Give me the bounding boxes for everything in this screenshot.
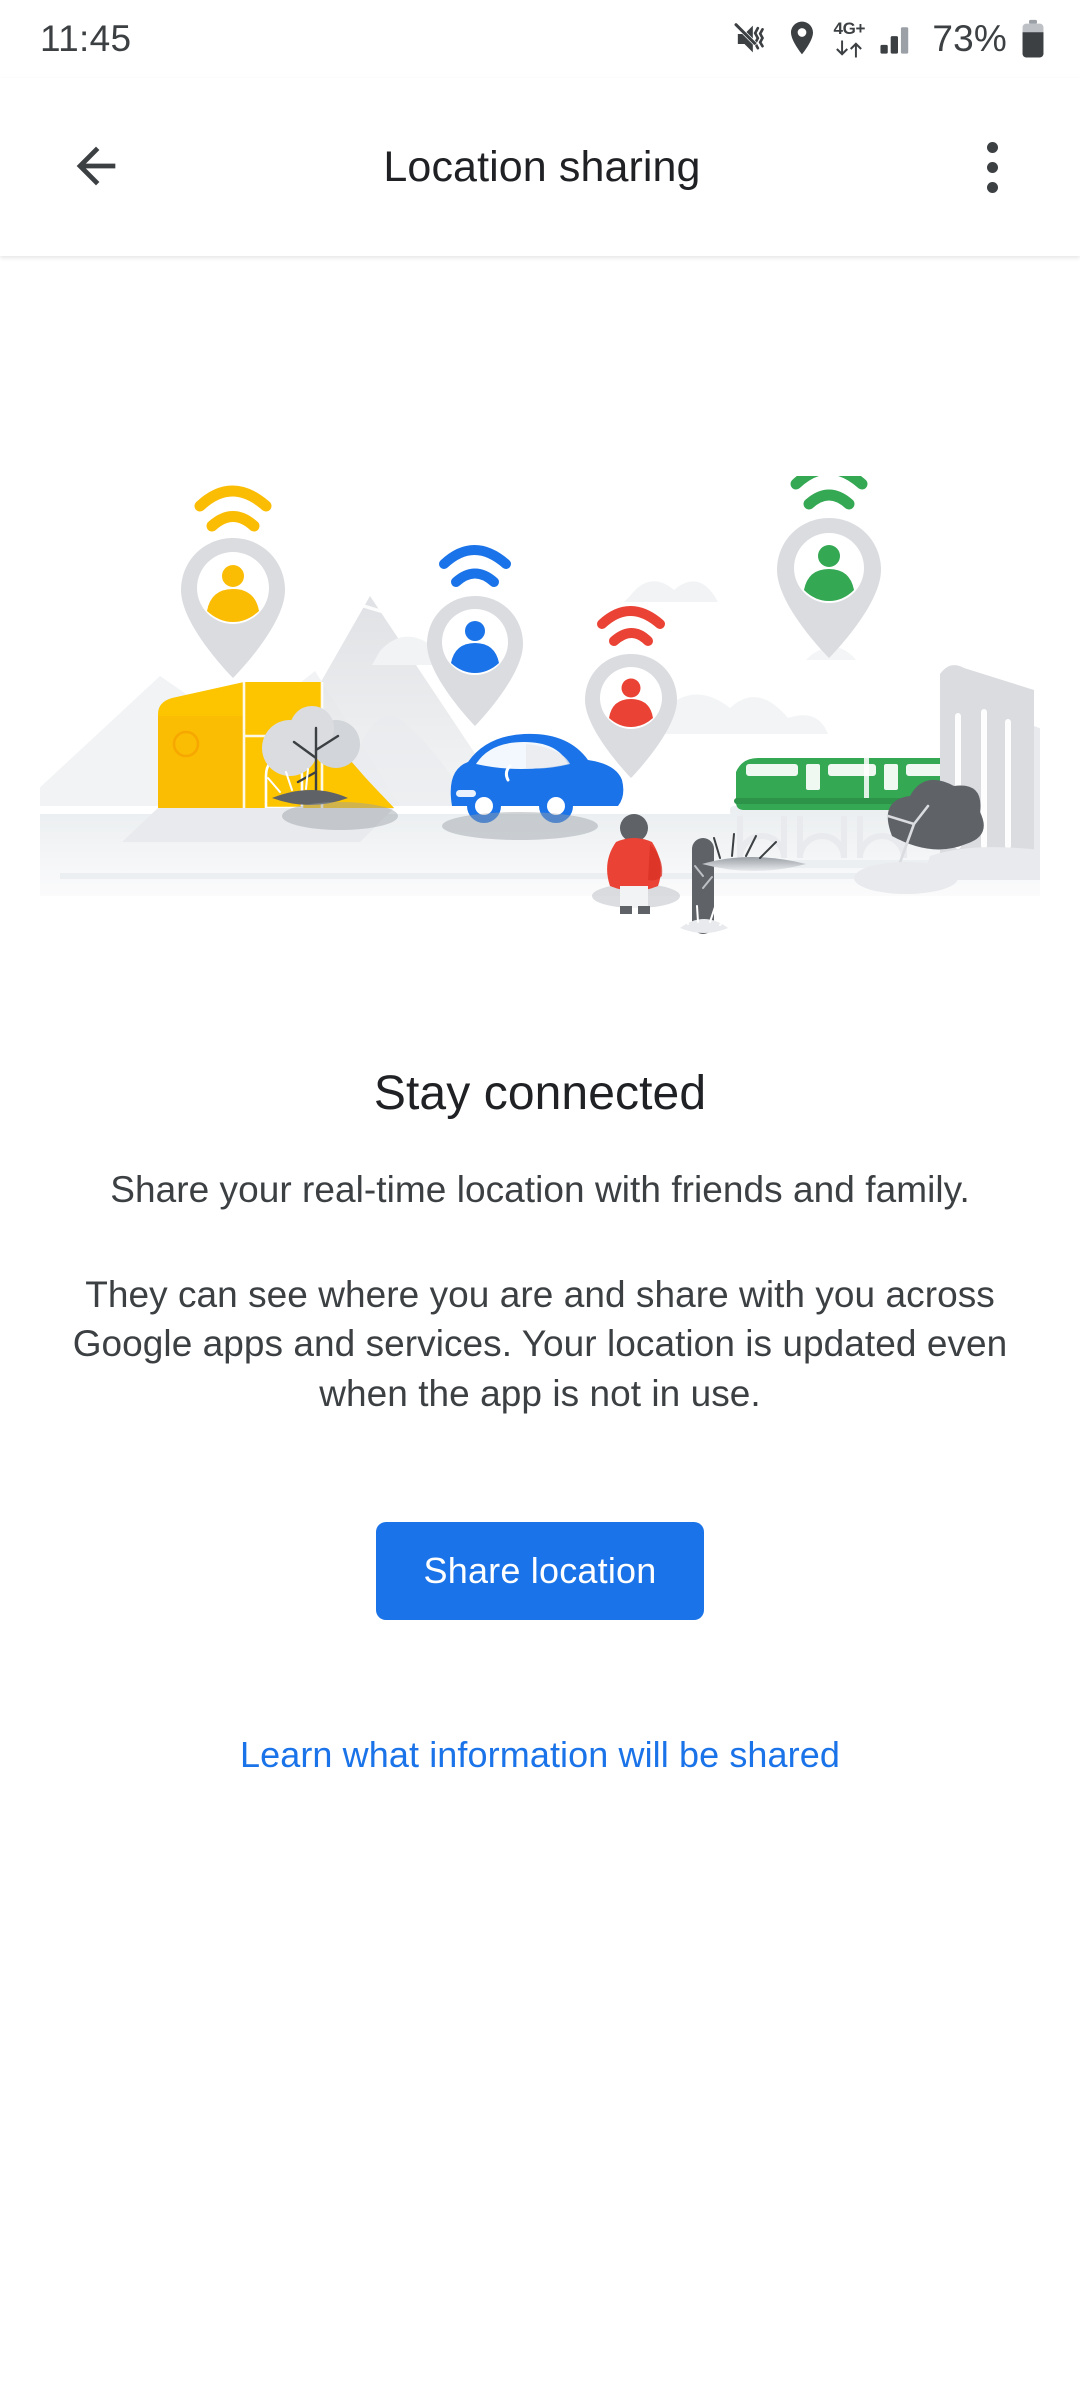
pin-green — [777, 476, 881, 658]
status-bar-icons: 4G+ 73% — [732, 18, 1046, 60]
share-location-button[interactable]: Share location — [375, 1521, 705, 1620]
overflow-menu-button[interactable] — [936, 111, 1048, 223]
location-pin-icon — [785, 20, 819, 58]
pin-yellow — [181, 485, 285, 678]
overflow-menu-icon — [986, 141, 998, 193]
network-type-label: 4G+ — [833, 18, 866, 38]
mobile-data-icon: 4G+ — [832, 20, 866, 59]
back-arrow-icon — [67, 137, 125, 198]
description-paragraph-2: They can see where you are and share wit… — [72, 1274, 1008, 1414]
mute-vibrate-icon — [732, 19, 772, 59]
battery-percent-label: 73% — [932, 18, 1007, 59]
location-sharing-illustration — [40, 476, 1040, 956]
back-button[interactable] — [40, 111, 152, 223]
learn-what-information-link[interactable]: Learn what information will be shared — [240, 1734, 840, 1775]
page-title: Location sharing — [383, 142, 701, 191]
cta-container: Share location — [375, 1521, 705, 1620]
status-bar-clock: 11:45 — [40, 18, 132, 59]
learn-more-container: Learn what information will be shared — [240, 1734, 840, 1776]
intro-text-block: Stay connected Share your real-time loca… — [40, 1066, 1040, 1418]
battery-icon — [1020, 19, 1046, 59]
description-paragraph-1: Share your real-time location with frien… — [110, 1169, 970, 1210]
phone-screen: 11:45 4G+ 73% Location sharing Stay conn… — [0, 0, 1080, 2400]
app-bar: Location sharing — [0, 78, 1080, 256]
headline: Stay connected — [373, 1067, 707, 1120]
pin-blue — [427, 545, 523, 726]
main-content: Stay connected Share your real-time loca… — [0, 256, 1080, 2400]
status-bar: 11:45 4G+ 73% — [0, 0, 1080, 78]
pin-red — [585, 606, 677, 778]
signal-bars-icon — [879, 22, 917, 56]
